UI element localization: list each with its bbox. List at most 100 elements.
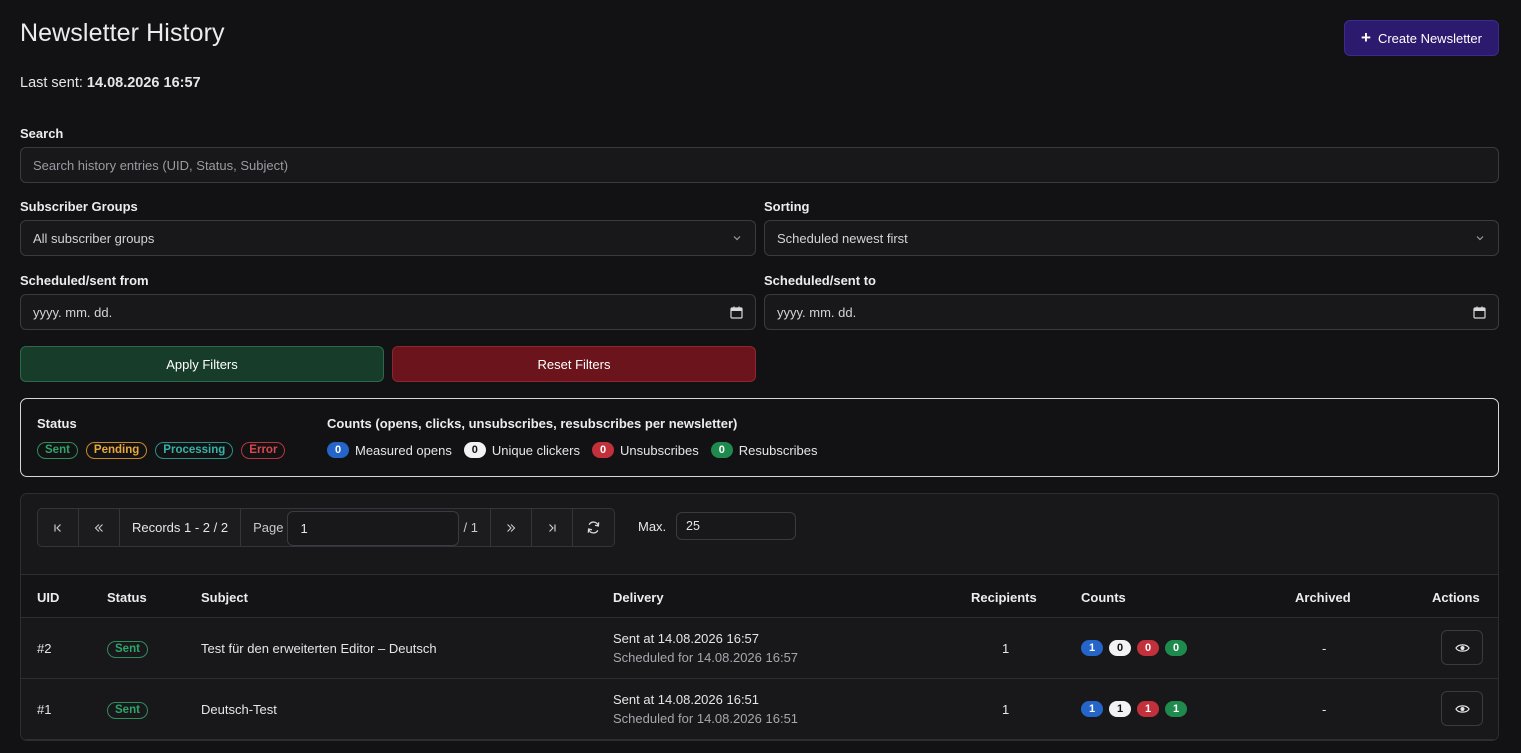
count-badge-resubscribes: 0 xyxy=(710,442,733,458)
status-badge-error: Error xyxy=(241,442,286,459)
last-sent-value: 14.08.2026 16:57 xyxy=(86,75,201,91)
row-archived: - xyxy=(1322,641,1327,656)
legend-status-title: Status xyxy=(37,416,77,431)
first-page-icon xyxy=(54,523,61,532)
date-from-input[interactable]: yyyy. mm. dd. xyxy=(20,294,756,330)
count-badge-resubscribes: 0 xyxy=(1165,640,1187,656)
apply-filters-button[interactable]: Apply Filters xyxy=(20,346,384,382)
sorting-value: Scheduled newest first xyxy=(777,230,908,246)
legend-measured-opens-label: Measured opens xyxy=(355,442,452,458)
count-badge-clicks: 1 xyxy=(1109,701,1131,717)
count-badge-resubscribes: 1 xyxy=(1165,701,1187,717)
legend-resubscribes: 0 Resubscribes xyxy=(710,442,818,458)
first-page-button[interactable] xyxy=(38,509,79,546)
row-archived: - xyxy=(1322,702,1327,717)
status-badge-processing: Processing xyxy=(155,442,234,459)
date-to-label: Scheduled/sent to xyxy=(764,273,876,288)
last-sent: Last sent: 14.08.2026 16:57 xyxy=(20,75,201,91)
column-uid[interactable]: UID xyxy=(37,590,59,605)
calendar-icon[interactable] xyxy=(730,306,743,319)
max-per-page-value: 25 xyxy=(686,519,700,533)
column-archived[interactable]: Archived xyxy=(1295,590,1351,605)
date-from-value: yyyy. mm. dd. xyxy=(33,304,113,320)
row-uid: #1 xyxy=(37,702,52,717)
page-label: Page xyxy=(253,520,284,535)
column-recipients[interactable]: Recipients xyxy=(971,590,1037,605)
status-badge-sent: Sent xyxy=(37,442,78,459)
legend-unsubscribes-label: Unsubscribes xyxy=(620,442,699,458)
row-counts: 1 0 0 0 xyxy=(1081,640,1187,656)
count-badge-opens: 1 xyxy=(1081,701,1103,717)
row-subject: Deutsch-Test xyxy=(201,702,277,717)
double-chevron-right-icon xyxy=(507,523,516,532)
status-badge-pending: Pending xyxy=(85,442,148,459)
double-chevron-left-icon xyxy=(94,523,103,532)
calendar-icon[interactable] xyxy=(1473,306,1486,319)
history-table-card: Records 1 - 2 / 2 Page 1 / 1 Max. 25 UID… xyxy=(20,493,1499,741)
page-title: Newsletter History xyxy=(20,19,225,47)
pagination-bar: Records 1 - 2 / 2 Page 1 / 1 xyxy=(37,508,615,547)
row-recipients: 1 xyxy=(1002,702,1010,717)
previous-page-button[interactable] xyxy=(79,509,120,546)
status-badge: Sent xyxy=(107,641,148,659)
sorting-label: Sorting xyxy=(764,199,810,214)
last-page-icon xyxy=(549,523,556,532)
table-row: #2 Sent Test für den erweiterten Editor … xyxy=(21,618,1498,679)
legend-unsubscribes: 0 Unsubscribes xyxy=(592,442,699,458)
row-sent-at: Sent at 14.08.2026 16:51 xyxy=(613,692,760,707)
count-badge-opens: 0 xyxy=(327,442,349,458)
date-to-value: yyyy. mm. dd. xyxy=(777,304,857,320)
view-button[interactable] xyxy=(1441,630,1483,665)
page-number-input[interactable]: 1 xyxy=(287,510,460,546)
last-page-button[interactable] xyxy=(532,509,573,546)
row-scheduled-for: Scheduled for 14.08.2026 16:51 xyxy=(613,711,799,726)
column-delivery[interactable]: Delivery xyxy=(613,590,664,605)
subscriber-groups-value: All subscriber groups xyxy=(33,230,155,246)
column-subject[interactable]: Subject xyxy=(201,590,248,605)
create-newsletter-label: Create Newsletter xyxy=(1377,30,1482,46)
count-badge-unsubscribes: 1 xyxy=(1137,701,1159,717)
eye-icon xyxy=(1454,643,1470,652)
eye-icon xyxy=(1454,704,1470,713)
column-actions: Actions xyxy=(1432,590,1480,605)
subscriber-groups-select[interactable]: All subscriber groups xyxy=(20,220,756,256)
date-to-input[interactable]: yyyy. mm. dd. xyxy=(764,294,1499,330)
column-status[interactable]: Status xyxy=(107,590,147,605)
sorting-select[interactable]: Scheduled newest first xyxy=(764,220,1499,256)
create-newsletter-button[interactable]: + Create Newsletter xyxy=(1344,20,1499,56)
refresh-button[interactable] xyxy=(573,509,614,546)
chevron-down-icon xyxy=(733,236,741,241)
count-badge-opens: 1 xyxy=(1081,640,1103,656)
legend-resubscribes-label: Resubscribes xyxy=(738,442,818,458)
count-badge-clicks: 0 xyxy=(1109,640,1131,656)
legend-measured-opens: 0 Measured opens xyxy=(327,442,452,458)
search-input[interactable]: Search history entries (UID, Status, Sub… xyxy=(20,147,1499,183)
reset-filters-button[interactable]: Reset Filters xyxy=(392,346,756,382)
row-subject: Test für den erweiterten Editor – Deutsc… xyxy=(201,641,437,656)
search-label: Search xyxy=(20,126,64,141)
legend-unique-clickers: 0 Unique clickers xyxy=(463,442,580,458)
counts-legend: 0 Measured opens 0 Unique clickers 0 Uns… xyxy=(327,442,820,458)
refresh-icon xyxy=(587,521,600,534)
status-badge: Sent xyxy=(107,702,148,720)
row-scheduled-for: Scheduled for 14.08.2026 16:57 xyxy=(613,650,799,665)
date-from-label: Scheduled/sent from xyxy=(20,273,149,288)
search-placeholder: Search history entries (UID, Status, Sub… xyxy=(33,157,289,173)
row-uid: #2 xyxy=(37,641,52,656)
legend-counts-title: Counts (opens, clicks, unsubscribes, res… xyxy=(327,416,738,431)
column-counts[interactable]: Counts xyxy=(1081,590,1126,605)
plus-icon: + xyxy=(1361,27,1371,47)
page-total: / 1 xyxy=(463,520,478,535)
max-per-page-input[interactable]: 25 xyxy=(676,512,796,540)
next-page-button[interactable] xyxy=(491,509,532,546)
max-label: Max. xyxy=(638,519,667,534)
subscriber-groups-label: Subscriber Groups xyxy=(20,199,138,214)
view-button[interactable] xyxy=(1441,691,1483,726)
table-header: UID Status Subject Delivery Recipients C… xyxy=(21,574,1498,618)
records-info: Records 1 - 2 / 2 xyxy=(120,509,242,546)
row-counts: 1 1 1 1 xyxy=(1081,701,1187,717)
count-badge-unsubscribes: 0 xyxy=(1137,640,1159,656)
last-sent-label: Last sent: xyxy=(20,75,83,91)
page-number-value: 1 xyxy=(300,520,308,536)
status-legend: Sent Pending Processing Error xyxy=(37,442,286,459)
